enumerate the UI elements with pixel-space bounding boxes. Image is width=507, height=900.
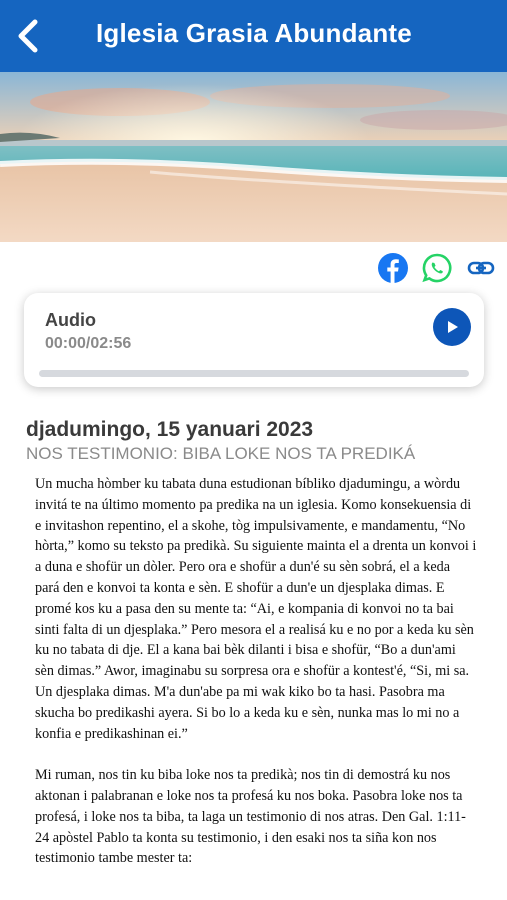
- devotional-body: Un mucha hòmber ku tabata duna estudiona…: [35, 474, 477, 890]
- hero-image-beach-sunset: [0, 72, 507, 242]
- copy-link-button[interactable]: [465, 252, 497, 284]
- app-bar: Iglesia Grasia Abundante: [0, 0, 507, 72]
- chevron-left-icon: [18, 19, 38, 53]
- play-button[interactable]: [433, 308, 471, 346]
- devotional-paragraph: Un mucha hòmber ku tabata duna estudiona…: [35, 476, 477, 742]
- devotional-title: NOS TESTIMONIO: BIBA LOKE NOS TA PREDIKÁ: [26, 444, 416, 463]
- whatsapp-icon: [422, 253, 452, 283]
- facebook-share-button[interactable]: [377, 252, 409, 284]
- play-icon: [448, 321, 458, 333]
- link-icon: [467, 261, 495, 275]
- audio-label: Audio: [45, 310, 96, 330]
- audio-progress-bar[interactable]: [39, 370, 469, 377]
- back-button[interactable]: [10, 16, 46, 56]
- audio-time: 00:00/02:56: [45, 335, 132, 352]
- app-title: Iglesia Grasia Abundante: [96, 18, 412, 48]
- audio-player: Audio 00:00/02:56: [24, 293, 484, 387]
- facebook-icon: [378, 253, 408, 283]
- devotional-date: djadumingo, 15 yanuari 2023: [26, 418, 314, 441]
- whatsapp-share-button[interactable]: [421, 252, 453, 284]
- devotional-paragraph: Mi ruman, nos tin ku biba loke nos ta pr…: [35, 767, 466, 867]
- share-bar: [377, 252, 497, 284]
